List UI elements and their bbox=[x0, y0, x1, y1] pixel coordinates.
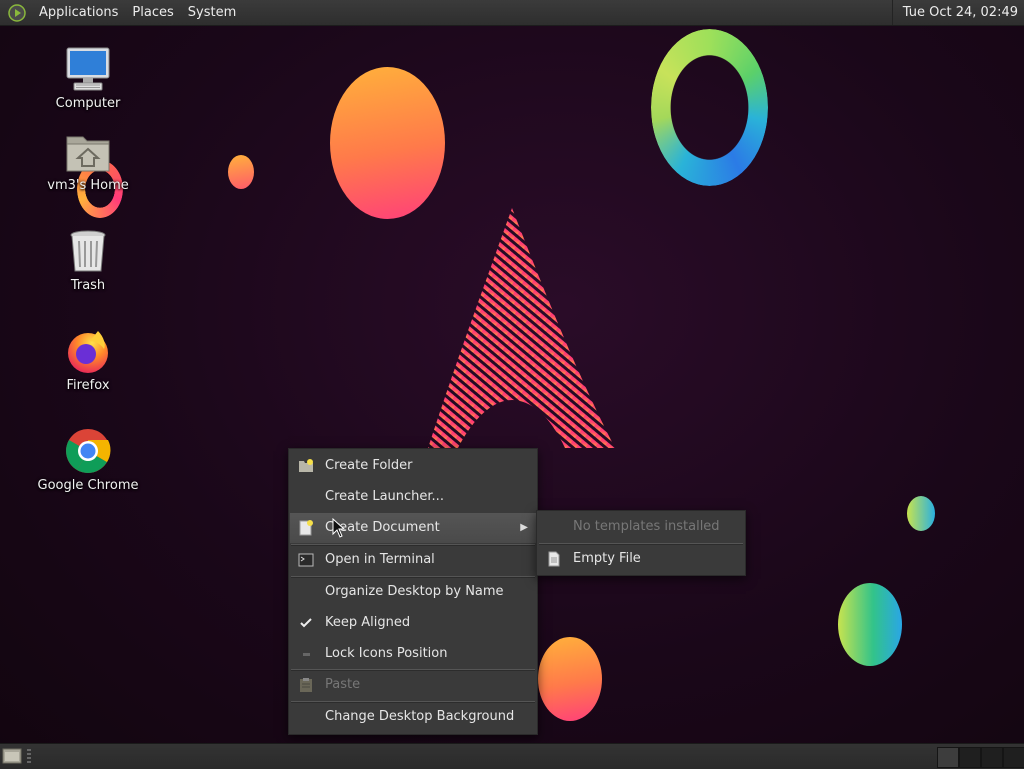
menu-item-label: Paste bbox=[325, 677, 361, 692]
menu-item-create-folder[interactable]: Create Folder bbox=[290, 451, 536, 481]
desktop-icon-label: Trash bbox=[70, 278, 106, 293]
checkmark-icon bbox=[300, 618, 312, 628]
menu-item-label: Change Desktop Background bbox=[325, 709, 515, 724]
workspace-1[interactable] bbox=[937, 747, 959, 768]
create-document-submenu: No templates installed Empty File bbox=[536, 510, 746, 576]
menu-item-label: Empty File bbox=[573, 551, 641, 566]
clock[interactable]: Tue Oct 24, 02:49 bbox=[891, 0, 1024, 25]
panel-grip-handle[interactable] bbox=[27, 749, 31, 763]
show-desktop-icon[interactable] bbox=[2, 747, 22, 765]
mouse-cursor-icon bbox=[332, 518, 346, 538]
workspace-4[interactable] bbox=[1003, 747, 1024, 768]
menu-item-create-launcher[interactable]: Create Launcher... bbox=[290, 482, 536, 512]
applications-menu[interactable]: Applications bbox=[32, 0, 125, 25]
wallpaper-bottom-oval bbox=[538, 637, 602, 721]
text-file-icon bbox=[548, 551, 560, 567]
desktop-icon-label: Computer bbox=[55, 96, 121, 111]
submenu-item-no-templates: No templates installed bbox=[538, 512, 744, 542]
wallpaper-green-small-oval bbox=[907, 496, 935, 531]
desktop-icon-label: Firefox bbox=[66, 378, 110, 393]
menu-item-organize-desktop[interactable]: Organize Desktop by Name bbox=[290, 577, 536, 607]
workspace-2[interactable] bbox=[959, 747, 981, 768]
firefox-icon bbox=[64, 327, 112, 375]
wallpaper-orange-oval bbox=[330, 67, 445, 219]
computer-icon bbox=[64, 45, 112, 93]
menu-item-label: Organize Desktop by Name bbox=[325, 584, 504, 599]
paste-icon bbox=[300, 678, 312, 692]
menu-logo-icon[interactable] bbox=[8, 3, 26, 22]
menu-item-label: Create Folder bbox=[325, 458, 413, 473]
menu-item-label: No templates installed bbox=[573, 519, 720, 534]
system-menu[interactable]: System bbox=[181, 0, 243, 25]
wallpaper-gradient-ring bbox=[651, 29, 768, 186]
submenu-item-empty-file[interactable]: Empty File bbox=[538, 544, 744, 574]
desktop-icon-computer[interactable]: Computer bbox=[28, 45, 148, 111]
bottom-panel bbox=[0, 743, 1024, 769]
menu-item-paste: Paste bbox=[290, 670, 536, 700]
top-panel: Applications Places System Tue Oct 24, 0… bbox=[0, 0, 1024, 26]
new-folder-icon bbox=[299, 459, 313, 472]
home-folder-icon bbox=[64, 127, 112, 175]
menu-item-label: Keep Aligned bbox=[325, 615, 411, 630]
menu-item-label: Create Launcher... bbox=[325, 489, 444, 504]
desktop-icon-firefox[interactable]: Firefox bbox=[28, 327, 148, 393]
menu-item-label: Open in Terminal bbox=[325, 552, 435, 567]
submenu-arrow-icon: ▶ bbox=[520, 522, 528, 533]
desktop-icon-trash[interactable]: Trash bbox=[28, 227, 148, 293]
menu-item-label: Lock Icons Position bbox=[325, 646, 448, 661]
desktop-icon-chrome[interactable]: Google Chrome bbox=[28, 427, 148, 493]
wallpaper-green-oval bbox=[838, 583, 902, 666]
menu-item-open-terminal[interactable]: Open in Terminal bbox=[290, 545, 536, 575]
wallpaper-small-oval bbox=[228, 155, 254, 189]
desktop-context-menu: Create Folder Create Launcher... Create … bbox=[288, 448, 538, 735]
desktop-icon-home[interactable]: vm3's Home bbox=[28, 127, 148, 193]
workspace-3[interactable] bbox=[981, 747, 1003, 768]
desktop-icon-label: Google Chrome bbox=[37, 478, 139, 493]
menu-item-keep-aligned[interactable]: Keep Aligned bbox=[290, 608, 536, 638]
new-document-icon bbox=[299, 520, 313, 536]
trash-icon bbox=[64, 227, 112, 275]
menu-item-lock-icons[interactable]: Lock Icons Position bbox=[290, 639, 536, 669]
menu-item-change-background[interactable]: Change Desktop Background bbox=[290, 702, 536, 732]
terminal-icon bbox=[298, 553, 314, 567]
places-menu[interactable]: Places bbox=[125, 0, 180, 25]
menu-item-create-document[interactable]: Create Document ▶ bbox=[290, 513, 536, 543]
desktop-icon-label: vm3's Home bbox=[47, 178, 129, 193]
chrome-icon bbox=[64, 427, 112, 475]
unchecked-box-icon bbox=[303, 653, 310, 656]
